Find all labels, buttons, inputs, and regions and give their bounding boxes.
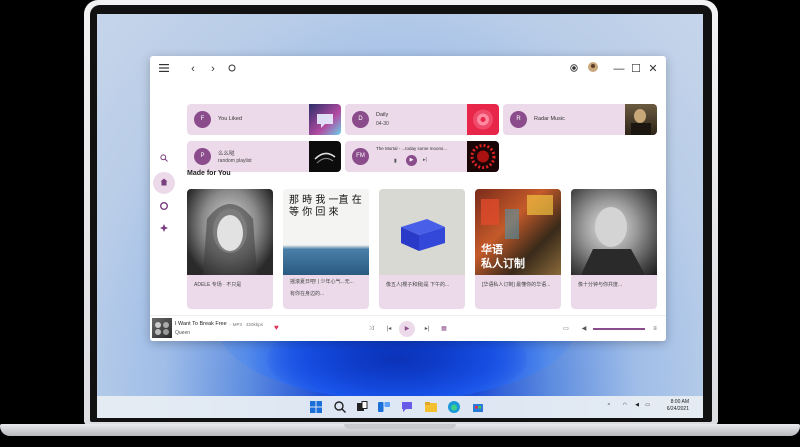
battery-icon[interactable]: ▭ [640, 402, 650, 409]
volume-icon[interactable]: ◀ [578, 323, 590, 335]
music-app-window: ‹ › — ☐ ✕ F You Liked D Daily 04-30 R Ra… [150, 56, 666, 341]
you-liked-artwork [309, 104, 341, 135]
hamburger-icon[interactable] [156, 61, 172, 77]
heart-icon[interactable]: ♥ [274, 323, 279, 332]
chat-icon[interactable] [400, 400, 414, 414]
fm-trash-icon[interactable]: ▮ [394, 158, 397, 164]
minimize-button[interactable]: — [611, 61, 627, 77]
previous-icon[interactable]: |◂ [383, 323, 395, 335]
cover-title-line2: 私人订制 [481, 258, 525, 270]
cover-image [187, 189, 273, 275]
play-pause-button[interactable]: ▶ [399, 321, 415, 337]
next-icon[interactable]: ▸| [421, 323, 433, 335]
search-icon[interactable] [155, 150, 173, 168]
card-title: Daily [376, 112, 389, 118]
record-icon[interactable] [566, 61, 582, 77]
mfy-caption: [华语私人订制] 最懂你的华语... [482, 282, 551, 288]
user-avatar[interactable] [585, 61, 601, 77]
chevron-up-icon[interactable]: ^ [600, 403, 610, 410]
cover-image: 华语 私人订制 [475, 189, 561, 275]
mfy-caption: ADELE 专场 · 不只是 [194, 282, 242, 288]
mfy-caption-2: 有你在身边的... [290, 291, 325, 297]
explore-icon[interactable] [155, 220, 173, 238]
desktop: ‹ › — ☐ ✕ F You Liked D Daily 04-30 R Ra… [97, 14, 703, 418]
queue-icon[interactable]: ▦ [438, 323, 450, 335]
playlist-artwork [309, 141, 341, 172]
player-bar: I Want To Break Free · MP3 · 320kbps Que… [150, 315, 666, 341]
section-title: Made for You [187, 170, 231, 177]
clock[interactable]: 8:00 AM 6/24/2021 [653, 399, 689, 413]
chevron-right-icon[interactable]: › [205, 61, 221, 77]
now-playing-cover [152, 318, 172, 338]
mfy-card[interactable]: 像五人|樱子和我|是 下午的... [379, 189, 465, 309]
volume-slider[interactable] [593, 328, 645, 330]
store-icon[interactable] [471, 400, 485, 414]
track-meta: · MP3 · 320kbps [230, 321, 264, 327]
mfy-caption: 摇滚夏日吧! | 少年心气...无... [290, 279, 354, 285]
laptop-base [0, 424, 800, 436]
laptop-notch [344, 424, 456, 429]
card-subtitle: random playlist [218, 158, 252, 164]
card-random-playlist[interactable]: P 么么哒 random playlist [187, 141, 341, 172]
windows-start-icon[interactable] [309, 400, 323, 414]
mfy-caption: 像五人|樱子和我|是 下午的... [386, 282, 450, 288]
taskbar: ^ ◠ ◀ ▭ 8:00 AM 6/24/2021 [97, 396, 703, 418]
mfy-card[interactable]: 像十分钟与你共度... [571, 189, 657, 309]
card-title: The Mortal - ...today some moons... [376, 146, 448, 151]
mfy-card[interactable]: 华语 私人订制 [华语私人订制] 最懂你的华语... [475, 189, 561, 309]
shuffle-icon[interactable]: ⤨ [365, 323, 377, 335]
task-view-icon[interactable] [355, 400, 369, 414]
mfy-caption: 像十分钟与你共度... [578, 282, 623, 288]
card-daily[interactable]: D Daily 04-30 [345, 104, 499, 135]
lyrics-icon[interactable]: ▭ [560, 323, 572, 335]
card-avatar: FM [352, 148, 369, 165]
wifi-icon[interactable]: ◠ [617, 402, 627, 409]
edge-icon[interactable] [447, 400, 461, 414]
cover-image: 那 時 我 一直 在 等 你 回 來 [283, 189, 369, 275]
card-avatar: F [194, 111, 211, 128]
refresh-icon[interactable] [224, 61, 240, 77]
close-button[interactable]: ✕ [645, 61, 661, 77]
card-avatar: P [194, 148, 211, 165]
card-avatar: R [510, 111, 527, 128]
card-title: You Liked [218, 116, 242, 122]
card-radar-music[interactable]: R Radar Music [503, 104, 657, 135]
card-avatar: D [352, 111, 369, 128]
maximize-button[interactable]: ☐ [628, 61, 644, 77]
fm-artwork [467, 141, 499, 172]
track-title[interactable]: I Want To Break Free [175, 321, 227, 327]
radio-icon[interactable] [155, 198, 173, 216]
card-title: 么么哒 [218, 151, 235, 157]
daily-artwork [467, 104, 499, 135]
title-bar: ‹ › — ☐ ✕ [150, 56, 666, 82]
chevron-left-icon[interactable]: ‹ [185, 61, 201, 77]
mfy-card[interactable]: 那 時 我 一直 在 等 你 回 來 摇滚夏日吧! | 少年心气...无... … [283, 189, 369, 309]
card-title: Radar Music [534, 116, 565, 122]
cover-image [571, 189, 657, 275]
radar-artwork [625, 104, 657, 135]
volume-fill [593, 328, 645, 330]
playlist-icon[interactable]: ≡ [649, 323, 661, 335]
file-explorer-icon[interactable] [424, 400, 438, 414]
card-you-liked[interactable]: F You Liked [187, 104, 341, 135]
mfy-card[interactable]: ADELE 专场 · 不只是 [187, 189, 273, 309]
card-fm[interactable]: FM The Mortal - ...today some moons... ▮… [345, 141, 499, 172]
search-icon[interactable] [333, 400, 347, 414]
widgets-icon[interactable] [377, 400, 391, 414]
fm-next-icon[interactable]: ▸| [423, 157, 427, 163]
speaker-icon[interactable]: ◀ [629, 402, 639, 409]
track-artist[interactable]: Queen [175, 330, 190, 336]
fm-play-icon[interactable]: ▶ [406, 155, 417, 166]
cover-handwriting: 那 時 我 一直 在 等 你 回 來 [289, 195, 362, 218]
card-subtitle: 04-30 [376, 121, 389, 127]
home-icon[interactable] [153, 172, 175, 194]
cover-image [379, 189, 465, 275]
clock-date: 6/24/2021 [666, 406, 689, 412]
clock-time: 8:00 AM [670, 399, 689, 405]
